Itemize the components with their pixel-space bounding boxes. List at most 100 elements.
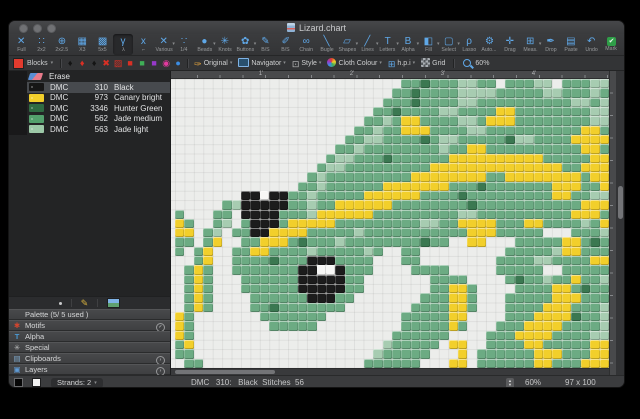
stitch-cell[interactable] bbox=[364, 88, 373, 97]
stitch-cell[interactable] bbox=[213, 293, 222, 302]
stitch-cell[interactable] bbox=[364, 163, 373, 172]
stitch-cell[interactable] bbox=[496, 163, 505, 172]
stitch-cell[interactable] bbox=[383, 247, 392, 256]
stitch-cell[interactable] bbox=[449, 144, 458, 153]
stitch-cell[interactable] bbox=[250, 107, 259, 116]
stitch-cell[interactable] bbox=[571, 210, 580, 219]
stitch-cell[interactable] bbox=[562, 359, 571, 368]
stitch-cell[interactable] bbox=[232, 312, 241, 321]
stitch-cell[interactable] bbox=[486, 331, 495, 340]
stitch-cell[interactable] bbox=[222, 210, 231, 219]
stitch-cell[interactable] bbox=[383, 359, 392, 368]
stitch-cell[interactable] bbox=[467, 154, 476, 163]
stitch-cell[interactable] bbox=[458, 331, 467, 340]
stitch-cell[interactable] bbox=[373, 88, 382, 97]
stitch-cell[interactable] bbox=[373, 340, 382, 349]
section-motifs[interactable]: ✱ Motifs ✓ bbox=[9, 320, 170, 331]
stitch-cell[interactable] bbox=[430, 154, 439, 163]
stitch-cell[interactable] bbox=[373, 256, 382, 265]
stitch-cell[interactable] bbox=[458, 359, 467, 368]
toolbar-button-full[interactable]: ✕ Full bbox=[11, 34, 31, 55]
stitch-cell[interactable] bbox=[383, 349, 392, 358]
stitch-cell[interactable] bbox=[430, 256, 439, 265]
stitch-cell[interactable] bbox=[213, 107, 222, 116]
stitch-cell[interactable] bbox=[581, 107, 590, 116]
stitch-cell[interactable] bbox=[203, 237, 212, 246]
stitch-cell[interactable] bbox=[401, 265, 410, 274]
stitch-cell[interactable] bbox=[232, 237, 241, 246]
stitch-cell[interactable] bbox=[203, 256, 212, 265]
stitch-cell[interactable] bbox=[439, 256, 448, 265]
stitch-cell[interactable] bbox=[222, 144, 231, 153]
stitch-cell[interactable] bbox=[175, 98, 184, 107]
stitch-cell[interactable] bbox=[203, 275, 212, 284]
stitch-cell[interactable] bbox=[449, 303, 458, 312]
stitch-cell[interactable] bbox=[307, 293, 316, 302]
stitch-cell[interactable] bbox=[515, 237, 524, 246]
stitch-cell[interactable] bbox=[439, 126, 448, 135]
vertical-scrollbar-thumb[interactable] bbox=[618, 186, 623, 219]
stitch-cell[interactable] bbox=[213, 88, 222, 97]
stitch-cell[interactable] bbox=[364, 219, 373, 228]
stitch-cell[interactable] bbox=[260, 79, 269, 88]
stitch-cell[interactable] bbox=[232, 331, 241, 340]
stitch-cell[interactable] bbox=[600, 303, 609, 312]
stitch-cell[interactable] bbox=[543, 340, 552, 349]
stitch-cell[interactable] bbox=[600, 256, 609, 265]
stitch-cell[interactable] bbox=[250, 219, 259, 228]
stitch-cell[interactable] bbox=[401, 359, 410, 368]
stitch-cell[interactable] bbox=[288, 256, 297, 265]
stitch-cell[interactable] bbox=[307, 359, 316, 368]
stitch-cell[interactable] bbox=[222, 116, 231, 125]
stitch-cell[interactable] bbox=[552, 135, 561, 144]
stitch-cell[interactable] bbox=[364, 191, 373, 200]
stitch-cell[interactable] bbox=[486, 219, 495, 228]
toolbar-button-lines[interactable]: ╱ Lines ▾ bbox=[357, 34, 377, 55]
stitch-cell[interactable] bbox=[364, 284, 373, 293]
stitch-cell[interactable] bbox=[213, 228, 222, 237]
stitch-cell[interactable] bbox=[524, 126, 533, 135]
stitch-cell[interactable] bbox=[562, 126, 571, 135]
stitch-cell[interactable] bbox=[449, 107, 458, 116]
stitch-cell[interactable] bbox=[175, 247, 184, 256]
stitch-cell[interactable] bbox=[250, 228, 259, 237]
stitch-cell[interactable] bbox=[184, 116, 193, 125]
stitch-cell[interactable] bbox=[345, 154, 354, 163]
stitch-cell[interactable] bbox=[194, 191, 203, 200]
stitch-cell[interactable] bbox=[505, 219, 514, 228]
stitch-cell[interactable] bbox=[184, 210, 193, 219]
stitch-cell[interactable] bbox=[232, 210, 241, 219]
stitch-cell[interactable] bbox=[213, 172, 222, 181]
stitch-cell[interactable] bbox=[175, 79, 184, 88]
stitch-cell[interactable] bbox=[534, 191, 543, 200]
stitch-cell[interactable] bbox=[373, 303, 382, 312]
stitch-cell[interactable] bbox=[232, 200, 241, 209]
stitch-cell[interactable] bbox=[477, 79, 486, 88]
stitch-cell[interactable] bbox=[411, 163, 420, 172]
stitch-cell[interactable] bbox=[175, 154, 184, 163]
horizontal-scrollbar-thumb[interactable] bbox=[175, 370, 275, 374]
stitch-cell[interactable] bbox=[194, 98, 203, 107]
stitch-cell[interactable] bbox=[232, 256, 241, 265]
stitch-cell[interactable] bbox=[222, 163, 231, 172]
original-dropdown[interactable]: ✑ Original ▾ bbox=[194, 54, 232, 72]
stitch-cell[interactable] bbox=[486, 144, 495, 153]
stitch-cell[interactable] bbox=[354, 116, 363, 125]
stitch-cell[interactable] bbox=[467, 228, 476, 237]
stitch-cell[interactable] bbox=[600, 284, 609, 293]
stitch-cell[interactable] bbox=[250, 284, 259, 293]
stitch-cell[interactable] bbox=[430, 98, 439, 107]
stitch-cell[interactable] bbox=[175, 163, 184, 172]
stitch-cell[interactable] bbox=[279, 210, 288, 219]
stitch-cell[interactable] bbox=[600, 228, 609, 237]
stitch-cell[interactable] bbox=[269, 135, 278, 144]
stitch-cell[interactable] bbox=[241, 219, 250, 228]
stitch-cell[interactable] bbox=[241, 116, 250, 125]
stitch-cell[interactable] bbox=[420, 144, 429, 153]
stitch-cell[interactable] bbox=[175, 359, 184, 368]
stitch-cell[interactable] bbox=[600, 340, 609, 349]
stitch-cell[interactable] bbox=[581, 321, 590, 330]
stitch-cell[interactable] bbox=[345, 126, 354, 135]
stitch-cell[interactable] bbox=[222, 135, 231, 144]
stitch-cell[interactable] bbox=[250, 126, 259, 135]
